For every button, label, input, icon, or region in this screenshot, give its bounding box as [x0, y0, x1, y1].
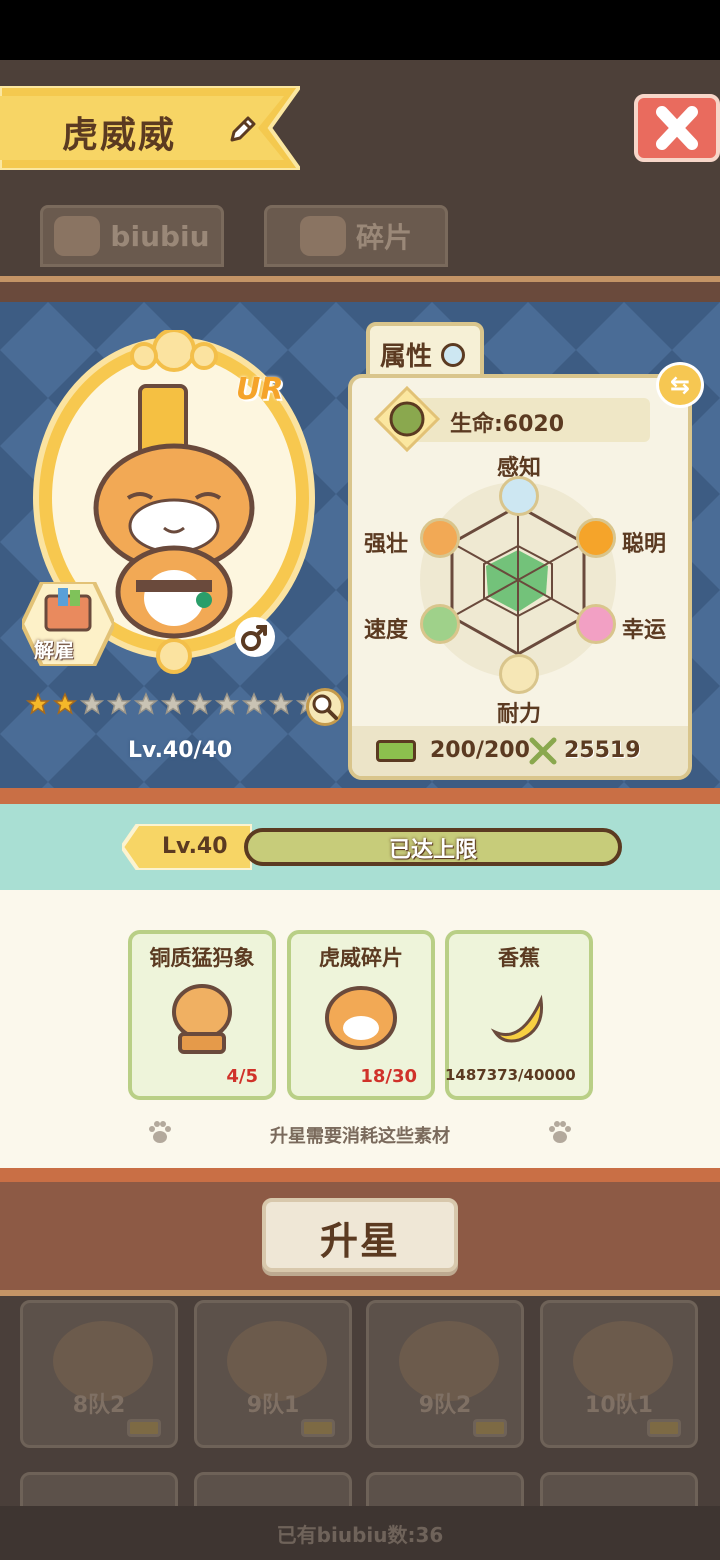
battery-icon	[301, 1419, 335, 1437]
material-name: 虎威碎片	[319, 946, 403, 970]
eagle-icon	[499, 476, 539, 516]
star-empty-icon	[161, 692, 185, 715]
level-tag-label: Lv.40	[162, 834, 228, 859]
stat-strong-label: 强壮	[364, 532, 409, 557]
turtle-icon	[373, 385, 441, 453]
cat-icon	[54, 216, 101, 256]
level-status: 已达上限	[388, 838, 477, 863]
close-button[interactable]	[634, 94, 720, 162]
male-icon	[235, 617, 275, 657]
cheetah-icon	[420, 604, 460, 644]
team-label: 8队2	[72, 1393, 126, 1418]
monkey-icon	[576, 518, 616, 558]
hp-value: 生命:6020	[450, 412, 565, 437]
swap-icon: ⇆	[669, 371, 691, 399]
material-name: 香蕉	[498, 946, 540, 970]
star-empty-icon	[215, 692, 239, 715]
star-filled-icon	[26, 692, 50, 715]
status-bar	[0, 0, 720, 60]
stat-smart-label: 聪明	[622, 532, 667, 557]
stat-speed-label: 速度	[364, 618, 409, 643]
team-card[interactable]: 8队2	[20, 1300, 178, 1448]
rarity-badge: UR	[236, 372, 284, 407]
team-card[interactable]: 10队1	[540, 1300, 698, 1448]
material-count: 1487373/40000	[445, 1066, 576, 1084]
crossed-swords-icon	[529, 737, 557, 765]
team-label: 9队1	[246, 1393, 300, 1418]
character-name: 虎威威	[62, 115, 177, 156]
swap-button[interactable]: ⇆	[656, 362, 704, 408]
star-empty-icon	[269, 692, 293, 715]
battery-icon	[376, 740, 416, 762]
attributes-tab-label: 属性	[380, 336, 466, 373]
star-empty-icon	[80, 692, 104, 715]
ox-icon	[499, 654, 539, 694]
energy-value: 200/200	[430, 738, 530, 763]
character-level: Lv.40/40	[128, 738, 233, 763]
star-empty-icon	[242, 692, 266, 715]
star-empty-icon	[134, 692, 158, 715]
magnifier-icon	[441, 343, 466, 367]
material-count: 18/30	[360, 1066, 417, 1087]
horse-icon	[576, 604, 616, 644]
star-empty-icon	[107, 692, 131, 715]
star-rating	[26, 692, 320, 716]
dismiss-label: 解雇	[34, 638, 74, 662]
power-value: 25519	[564, 738, 641, 763]
bear-icon	[420, 518, 460, 558]
puzzle-icon	[299, 216, 346, 256]
star-empty-icon	[188, 692, 212, 715]
stat-luck-label: 幸运	[622, 618, 667, 643]
stat-stamina-label: 耐力	[497, 702, 542, 727]
tab-biubiu[interactable]: biubiu	[40, 205, 224, 267]
banana-icon	[490, 994, 544, 1043]
battery-icon	[473, 1419, 507, 1437]
paw-icon	[549, 1121, 571, 1143]
star-filled-icon	[53, 692, 77, 715]
material-count: 4/5	[226, 1066, 258, 1087]
team-card[interactable]: 9队2	[366, 1300, 524, 1448]
tab-fragments-label: 碎片	[355, 221, 412, 254]
materials-hint: 升星需要消耗这些素材	[270, 1126, 450, 1147]
bronze-mammoth-icon	[172, 984, 232, 1054]
team-label: 10队1	[585, 1393, 653, 1418]
pencil-icon[interactable]	[226, 112, 260, 146]
tab-biubiu-label: biubiu	[110, 219, 210, 253]
stage-rail	[0, 276, 720, 302]
battery-icon	[647, 1419, 681, 1437]
team-card[interactable]: 9队1	[194, 1300, 352, 1448]
battery-icon	[127, 1419, 161, 1437]
upgrade-star-label: 升星	[319, 1219, 400, 1263]
tab-fragments[interactable]: 碎片	[264, 205, 448, 267]
tiger-fragment-icon	[325, 986, 397, 1050]
magnifier-icon[interactable]	[306, 688, 344, 726]
owned-count: 已有biubiu数:36	[0, 1506, 720, 1560]
close-icon	[656, 106, 698, 150]
team-label: 9队2	[418, 1393, 472, 1418]
material-name: 铜质猛犸象	[149, 946, 255, 970]
